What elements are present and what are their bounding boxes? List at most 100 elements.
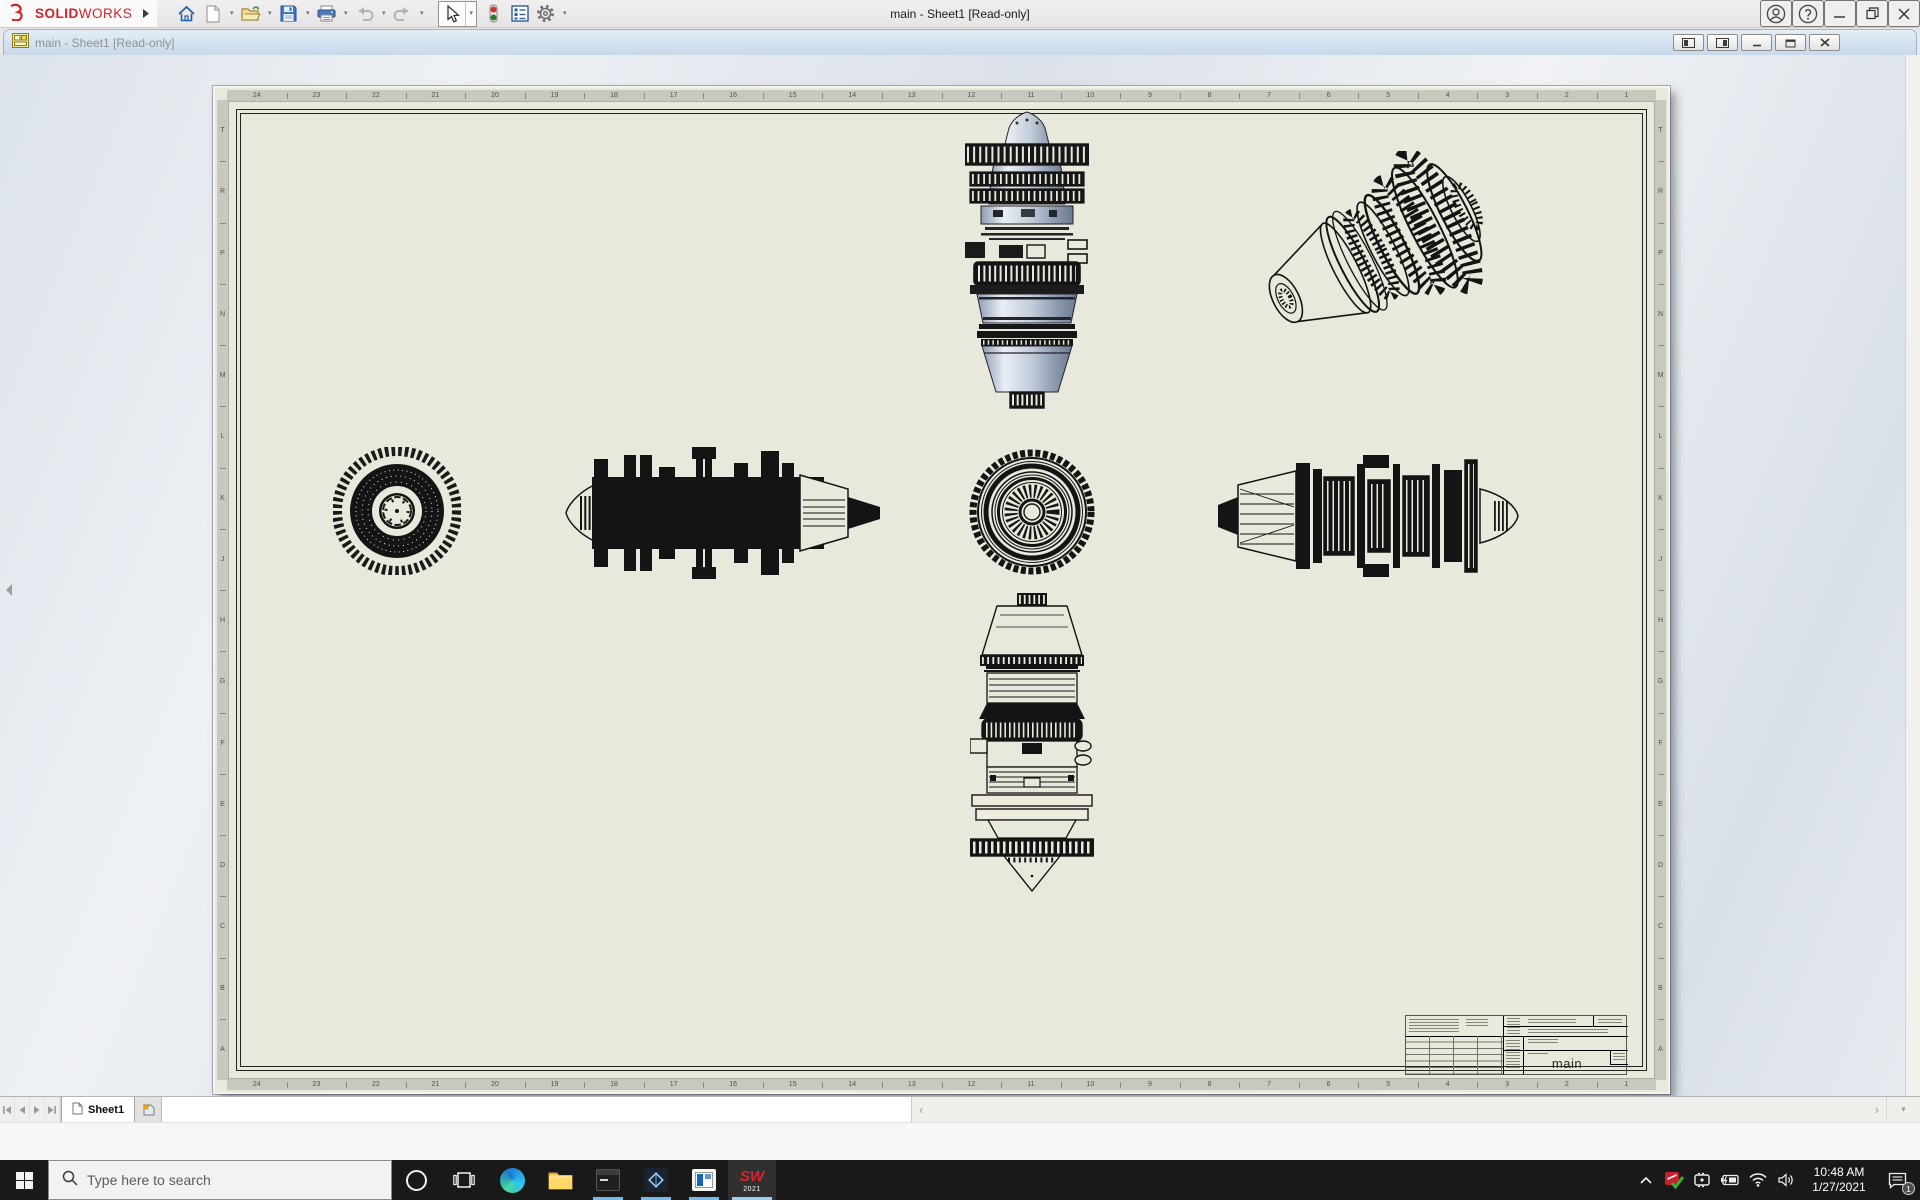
taskbar-terminal-icon[interactable] (584, 1160, 632, 1200)
tab-sheet1[interactable]: Sheet1 (61, 1097, 135, 1122)
restore-button[interactable] (1856, 0, 1888, 27)
zone-label: A (217, 1019, 228, 1080)
options-gear-button[interactable] (533, 1, 558, 26)
taskbar-file-explorer-icon[interactable] (536, 1160, 584, 1200)
select-tool-dropdown[interactable]: ▾ (465, 2, 476, 26)
tray-date: 1/27/2021 (1800, 1180, 1878, 1195)
zone-label: B (217, 958, 228, 1019)
zone-label: 8 (1180, 1079, 1240, 1090)
vertical-scrollbar[interactable] (1905, 55, 1920, 1096)
tray-solidworks-status-icon[interactable] (1660, 1160, 1688, 1200)
doc-close-button[interactable] (1809, 34, 1840, 51)
zone-label: 9 (1120, 1079, 1180, 1090)
zone-label: D (217, 835, 228, 896)
first-sheet-button[interactable] (0, 1097, 15, 1122)
last-sheet-button[interactable] (45, 1097, 60, 1122)
save-dropdown[interactable]: ▾ (302, 1, 313, 26)
drawing-view-top[interactable] (965, 106, 1089, 421)
sheet-tab-label: Sheet1 (88, 1104, 124, 1116)
tray-volume-icon[interactable] (1772, 1160, 1800, 1200)
tray-wifi-icon[interactable] (1744, 1160, 1772, 1200)
doc-restore-button[interactable] (1775, 34, 1806, 51)
select-tool-button[interactable] (439, 1, 465, 26)
scroll-left-icon[interactable]: ‹ (919, 1102, 923, 1117)
drawing-view-left-side[interactable] (564, 445, 880, 581)
search-input[interactable] (87, 1172, 378, 1188)
edge-icon (500, 1168, 525, 1193)
drawing-view-front-fan[interactable] (333, 447, 461, 575)
drawing-view-front-center[interactable] (968, 448, 1096, 576)
zone-label: N (217, 284, 228, 345)
zone-label: G (217, 651, 228, 712)
drawing-view-isometric[interactable] (1245, 151, 1504, 355)
zone-label: H (217, 590, 228, 651)
interference-lights-button[interactable] (481, 1, 506, 26)
redo-dropdown[interactable]: ▾ (416, 1, 427, 26)
doc-minimize-button[interactable] (1741, 34, 1772, 51)
add-sheet-button[interactable] (135, 1097, 162, 1122)
zone-label: 12 (942, 90, 1002, 101)
scroll-down-icon[interactable]: ▾ (1901, 1104, 1906, 1115)
zone-label: 23 (287, 90, 347, 101)
scrollbar-corner[interactable]: ▾ (1886, 1097, 1920, 1122)
taskbar-edge-icon[interactable] (488, 1160, 536, 1200)
cortana-button[interactable] (392, 1160, 440, 1200)
doc-tile-left-button[interactable] (1673, 34, 1704, 51)
options-dropdown[interactable]: ▾ (559, 1, 570, 26)
zone-label: 1 (1597, 90, 1657, 101)
file-explorer-icon (548, 1170, 573, 1191)
undo-dropdown[interactable]: ▾ (378, 1, 389, 26)
home-button[interactable] (174, 1, 199, 26)
zone-label: 22 (346, 1079, 406, 1090)
next-sheet-button[interactable] (30, 1097, 45, 1122)
taskbar-edrawings-icon[interactable] (632, 1160, 680, 1200)
scroll-right-icon[interactable]: › (1875, 1102, 1879, 1117)
undo-button[interactable] (352, 1, 377, 26)
window-controls (1760, 0, 1920, 27)
new-document-dropdown[interactable]: ▾ (226, 1, 237, 26)
tray-battery-icon[interactable] (1716, 1160, 1744, 1200)
doc-tile-right-button[interactable] (1707, 34, 1738, 51)
drawing-document-icon (12, 33, 29, 53)
tray-expand-chevron[interactable] (1632, 1160, 1660, 1200)
properties-button[interactable] (507, 1, 532, 26)
previous-sheet-button[interactable] (15, 1097, 30, 1122)
tray-clock[interactable]: 10:48 AM 1/27/2021 (1800, 1165, 1878, 1195)
zone-label: H (1655, 590, 1666, 651)
title-block[interactable]: main (1405, 1015, 1627, 1075)
taskbar-solidworks-icon[interactable]: SW 2021 (728, 1160, 776, 1200)
print-button[interactable] (314, 1, 339, 26)
print-dropdown[interactable]: ▾ (340, 1, 351, 26)
zone-label: 14 (822, 1079, 882, 1090)
zone-label: E (217, 774, 228, 835)
close-button[interactable] (1888, 0, 1920, 27)
save-button[interactable] (276, 1, 301, 26)
zone-label: 5 (1358, 90, 1418, 101)
redo-button[interactable] (390, 1, 415, 26)
drawing-sheet[interactable]: 242322212019181716151413121110987654321 … (213, 86, 1670, 1094)
task-view-button[interactable] (440, 1160, 488, 1200)
tray-display-icon[interactable] (1688, 1160, 1716, 1200)
zone-label: 6 (1299, 90, 1359, 101)
new-document-button[interactable] (200, 1, 225, 26)
start-button[interactable] (0, 1160, 48, 1200)
help-button[interactable] (1792, 0, 1824, 27)
open-button[interactable] (238, 1, 263, 26)
open-dropdown[interactable]: ▾ (264, 1, 275, 26)
zone-label: 3 (1477, 90, 1537, 101)
notification-center-button[interactable]: 1 (1878, 1160, 1916, 1200)
minimize-button[interactable] (1824, 0, 1856, 27)
zone-label: 10 (1061, 1079, 1121, 1090)
featuremanager-collapse-arrow[interactable] (2, 580, 15, 600)
taskbar-window-app-icon[interactable] (680, 1160, 728, 1200)
document-titlebar[interactable]: main - Sheet1 [Read-only] (3, 29, 1917, 55)
graphics-area[interactable]: 242322212019181716151413121110987654321 … (0, 55, 1920, 1096)
horizontal-scrollbar[interactable]: ‹ › (912, 1097, 1886, 1122)
zone-label: 10 (1061, 90, 1121, 101)
account-button[interactable] (1760, 0, 1792, 27)
drawing-view-right-side[interactable] (1218, 449, 1520, 583)
zone-label: M (217, 345, 228, 406)
brand-expand-arrow-icon[interactable] (142, 9, 149, 18)
taskbar-search[interactable] (48, 1160, 392, 1200)
drawing-view-bottom[interactable] (970, 593, 1094, 896)
